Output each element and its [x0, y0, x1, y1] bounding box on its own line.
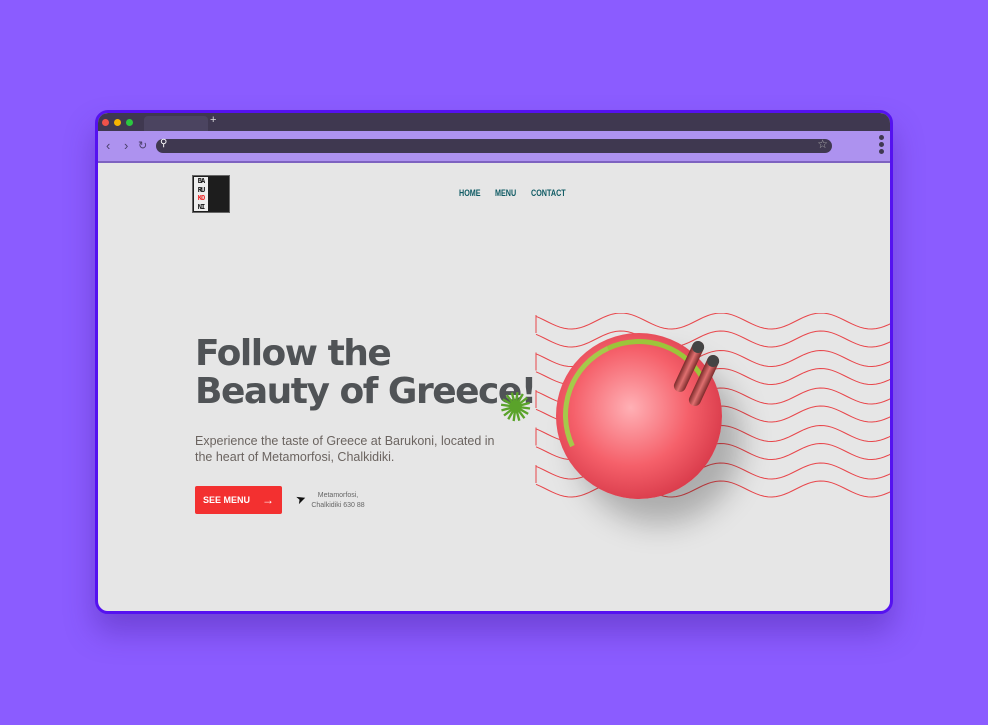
see-menu-button[interactable]: SEE MENU →: [195, 486, 282, 514]
bookmark-star-icon[interactable]: ☆: [817, 137, 828, 151]
button-label: SEE MENU: [202, 495, 250, 505]
wave-line: [535, 313, 890, 348]
address-line: Chalkidiki 630 88: [311, 502, 365, 509]
minimize-window-button[interactable]: [114, 119, 121, 126]
hero-title: Follow the Beauty of Greece!: [195, 333, 537, 412]
browser-window: + ‹ › ↻ ⚲ ☆ BA RU KO NI HOME MENU CONTAC…: [95, 110, 893, 614]
reload-icon[interactable]: ↻: [138, 139, 147, 152]
barukoni-logo[interactable]: BA RU KO NI: [192, 175, 230, 213]
title-line: Follow the: [195, 333, 392, 374]
hero-description: Experience the taste of Greece at Baruko…: [195, 434, 495, 464]
location-arrow-icon: ➤: [293, 490, 309, 508]
browser-tab[interactable]: [144, 116, 208, 131]
maximize-window-button[interactable]: [126, 119, 133, 126]
logo-text: BA: [197, 177, 205, 185]
new-tab-button[interactable]: +: [210, 114, 216, 126]
logo-text: NI: [197, 202, 205, 211]
address-bar[interactable]: ⚲ ☆: [156, 137, 832, 153]
logo-letters: BA RU KO NI: [194, 177, 208, 211]
browser-toolbar: ‹ › ↻ ⚲ ☆: [98, 131, 890, 163]
search-icon: ⚲: [160, 138, 168, 149]
logo-text: KO: [197, 194, 205, 202]
address-line: Metamorfosi,: [317, 492, 359, 499]
logo-text: RU: [197, 185, 205, 194]
webpage: BA RU KO NI HOME MENU CONTACT Follow the…: [98, 163, 890, 611]
menu-kebab-icon[interactable]: [879, 135, 884, 156]
nav-menu[interactable]: MENU: [495, 188, 516, 198]
nav-contact[interactable]: CONTACT: [531, 188, 566, 198]
arrow-right-icon: →: [262, 493, 274, 507]
nav-home[interactable]: HOME: [459, 188, 481, 198]
title-line: Beauty of Greece!: [195, 371, 537, 412]
tab-bar: +: [98, 113, 890, 131]
back-icon[interactable]: ‹: [106, 138, 110, 153]
close-window-button[interactable]: [102, 119, 109, 126]
forward-icon[interactable]: ›: [124, 138, 128, 153]
address: Metamorfosi, Chalkidiki 630 88: [308, 491, 368, 511]
